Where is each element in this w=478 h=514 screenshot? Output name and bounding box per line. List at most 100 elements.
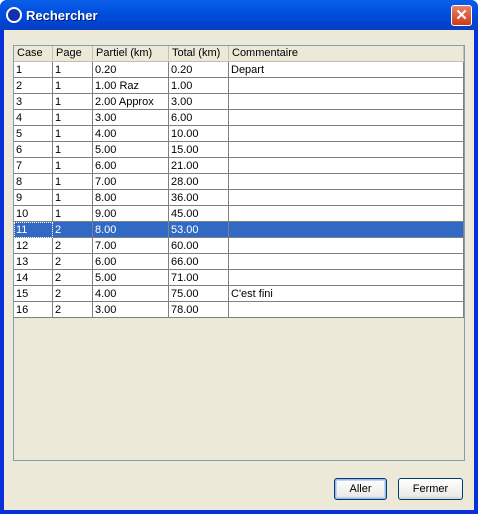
- column-header-partial-km[interactable]: Partiel (km): [93, 46, 169, 62]
- cell-page[interactable]: 1: [53, 126, 93, 142]
- cell-case[interactable]: 1: [14, 62, 53, 78]
- cell-page[interactable]: 1: [53, 78, 93, 94]
- table-row[interactable]: 4 1 3.00 6.00: [14, 110, 464, 126]
- cell-total-km[interactable]: 78.00: [169, 302, 229, 318]
- cell-total-km[interactable]: 66.00: [169, 254, 229, 270]
- cell-partial-km[interactable]: 5.00: [93, 270, 169, 286]
- cell-total-km[interactable]: 6.00: [169, 110, 229, 126]
- cell-case[interactable]: 10: [14, 206, 53, 222]
- cell-page[interactable]: 1: [53, 110, 93, 126]
- cell-page[interactable]: 2: [53, 238, 93, 254]
- cell-partial-km[interactable]: 1.00 Raz: [93, 78, 169, 94]
- cell-comment[interactable]: [229, 94, 464, 110]
- cell-total-km[interactable]: 53.00: [169, 222, 229, 238]
- cell-total-km[interactable]: 75.00: [169, 286, 229, 302]
- cell-partial-km[interactable]: 6.00: [93, 254, 169, 270]
- cell-comment[interactable]: [229, 174, 464, 190]
- table-row[interactable]: 3 1 2.00 Approx 3.00: [14, 94, 464, 110]
- cell-partial-km[interactable]: 4.00: [93, 126, 169, 142]
- cell-partial-km[interactable]: 3.00: [93, 302, 169, 318]
- cell-page[interactable]: 1: [53, 174, 93, 190]
- table-row[interactable]: 13 2 6.00 66.00: [14, 254, 464, 270]
- table-row[interactable]: 9 1 8.00 36.00: [14, 190, 464, 206]
- cell-page[interactable]: 2: [53, 222, 93, 238]
- cell-page[interactable]: 1: [53, 206, 93, 222]
- cell-comment[interactable]: [229, 190, 464, 206]
- cell-partial-km[interactable]: 8.00: [93, 190, 169, 206]
- cell-page[interactable]: 1: [53, 158, 93, 174]
- cell-page[interactable]: 2: [53, 270, 93, 286]
- cell-comment[interactable]: C'est fini: [229, 286, 464, 302]
- table-row[interactable]: 2 1 1.00 Raz 1.00: [14, 78, 464, 94]
- cell-case[interactable]: 15: [14, 286, 53, 302]
- cell-total-km[interactable]: 60.00: [169, 238, 229, 254]
- cell-comment[interactable]: [229, 238, 464, 254]
- cell-case[interactable]: 12: [14, 238, 53, 254]
- cell-comment[interactable]: [229, 270, 464, 286]
- cell-page[interactable]: 2: [53, 302, 93, 318]
- cell-comment[interactable]: [229, 222, 464, 238]
- table-row[interactable]: 14 2 5.00 71.00: [14, 270, 464, 286]
- table-row[interactable]: 1 1 0.20 0.20 Depart: [14, 62, 464, 78]
- cell-total-km[interactable]: 0.20: [169, 62, 229, 78]
- cell-comment[interactable]: [229, 142, 464, 158]
- column-header-page[interactable]: Page: [53, 46, 93, 62]
- cell-case[interactable]: 8: [14, 174, 53, 190]
- cell-partial-km[interactable]: 3.00: [93, 110, 169, 126]
- cell-case[interactable]: 3: [14, 94, 53, 110]
- cell-total-km[interactable]: 3.00: [169, 94, 229, 110]
- column-header-total-km[interactable]: Total (km): [169, 46, 229, 62]
- table-row[interactable]: 15 2 4.00 75.00 C'est fini: [14, 286, 464, 302]
- table-row[interactable]: 5 1 4.00 10.00: [14, 126, 464, 142]
- cell-page[interactable]: 1: [53, 62, 93, 78]
- cell-comment[interactable]: Depart: [229, 62, 464, 78]
- cell-case[interactable]: 7: [14, 158, 53, 174]
- table-row[interactable]: 6 1 5.00 15.00: [14, 142, 464, 158]
- table-row[interactable]: 7 1 6.00 21.00: [14, 158, 464, 174]
- cell-case[interactable]: 5: [14, 126, 53, 142]
- cell-total-km[interactable]: 15.00: [169, 142, 229, 158]
- cell-comment[interactable]: [229, 126, 464, 142]
- close-dialog-button[interactable]: Fermer: [398, 478, 463, 500]
- cell-partial-km[interactable]: 8.00: [93, 222, 169, 238]
- cell-case[interactable]: 11: [14, 222, 53, 238]
- cell-comment[interactable]: [229, 78, 464, 94]
- cell-page[interactable]: 1: [53, 190, 93, 206]
- cell-total-km[interactable]: 1.00: [169, 78, 229, 94]
- cell-case[interactable]: 6: [14, 142, 53, 158]
- cell-partial-km[interactable]: 5.00: [93, 142, 169, 158]
- cell-partial-km[interactable]: 6.00: [93, 158, 169, 174]
- cell-total-km[interactable]: 10.00: [169, 126, 229, 142]
- cell-case[interactable]: 2: [14, 78, 53, 94]
- table-row[interactable]: 8 1 7.00 28.00: [14, 174, 464, 190]
- cell-partial-km[interactable]: 2.00 Approx: [93, 94, 169, 110]
- cell-case[interactable]: 16: [14, 302, 53, 318]
- cell-total-km[interactable]: 28.00: [169, 174, 229, 190]
- cell-comment[interactable]: [229, 158, 464, 174]
- cell-total-km[interactable]: 21.00: [169, 158, 229, 174]
- cell-total-km[interactable]: 45.00: [169, 206, 229, 222]
- title-bar[interactable]: Rechercher ✕: [0, 0, 478, 30]
- cell-partial-km[interactable]: 0.20: [93, 62, 169, 78]
- table-row[interactable]: 10 1 9.00 45.00: [14, 206, 464, 222]
- cell-partial-km[interactable]: 7.00: [93, 238, 169, 254]
- cell-total-km[interactable]: 71.00: [169, 270, 229, 286]
- go-button[interactable]: Aller: [334, 478, 387, 500]
- cell-page[interactable]: 2: [53, 286, 93, 302]
- cell-page[interactable]: 1: [53, 142, 93, 158]
- column-header-case[interactable]: Case: [14, 46, 53, 62]
- cell-case[interactable]: 14: [14, 270, 53, 286]
- cell-page[interactable]: 1: [53, 94, 93, 110]
- table-row[interactable]: 16 2 3.00 78.00: [14, 302, 464, 318]
- cell-comment[interactable]: [229, 302, 464, 318]
- cell-partial-km[interactable]: 7.00: [93, 174, 169, 190]
- cell-comment[interactable]: [229, 110, 464, 126]
- table-row[interactable]: 11 2 8.00 53.00: [14, 222, 464, 238]
- cell-partial-km[interactable]: 9.00: [93, 206, 169, 222]
- cell-case[interactable]: 4: [14, 110, 53, 126]
- cell-total-km[interactable]: 36.00: [169, 190, 229, 206]
- column-header-comment[interactable]: Commentaire: [229, 46, 464, 62]
- cell-partial-km[interactable]: 4.00: [93, 286, 169, 302]
- cell-case[interactable]: 13: [14, 254, 53, 270]
- cell-comment[interactable]: [229, 206, 464, 222]
